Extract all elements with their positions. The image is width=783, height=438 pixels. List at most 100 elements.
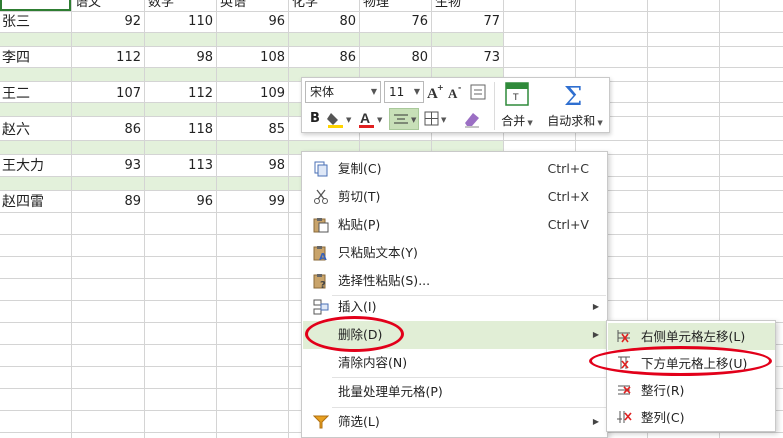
- decrease-font-size-button[interactable]: A-: [447, 81, 465, 103]
- svg-text:Σ: Σ: [564, 82, 582, 108]
- menu-item-cut[interactable]: 剪切(T) Ctrl+X: [303, 183, 607, 211]
- submenu-item-label: 整列(C): [641, 410, 685, 425]
- menu-item-shortcut: Ctrl+C: [547, 161, 589, 176]
- score-cell[interactable]: 85: [217, 120, 288, 140]
- score-cell[interactable]: 80: [289, 12, 359, 32]
- menu-item-copy[interactable]: 复制(C) Ctrl+C: [303, 155, 607, 183]
- borders-button[interactable]: ▼: [423, 109, 451, 129]
- eraser-icon: [465, 113, 479, 128]
- score-cell[interactable]: 80: [360, 48, 431, 68]
- chevron-down-icon: ▼: [370, 87, 377, 96]
- align-center-icon: ▼: [394, 114, 417, 124]
- menu-item-label: 复制(C): [338, 161, 382, 176]
- paste-special-icon: ?: [313, 274, 326, 289]
- font-color-button[interactable]: A ▼: [358, 109, 386, 129]
- menu-item-label: 筛选(L): [338, 414, 380, 429]
- menu-item-label: 插入(I): [338, 299, 377, 314]
- score-cell[interactable]: 86: [72, 120, 144, 140]
- menu-item-label: 选择性粘贴(S)...: [338, 273, 431, 288]
- bold-button[interactable]: B: [305, 108, 325, 130]
- name-cell[interactable]: 王二: [0, 84, 30, 104]
- submenu-item-shift-up[interactable]: 下方单元格上移(U): [608, 350, 775, 377]
- svg-text:▼: ▼: [377, 116, 383, 124]
- score-cell[interactable]: 108: [217, 48, 288, 68]
- grid-line: [0, 46, 783, 47]
- name-cell[interactable]: 张三: [0, 12, 30, 32]
- font-size-combo[interactable]: 11 ▼: [384, 81, 424, 103]
- score-cell[interactable]: 77: [432, 12, 503, 32]
- paint-bucket-icon: ▼: [327, 113, 352, 128]
- shift-left-icon: [617, 330, 630, 343]
- menu-item-batch-process[interactable]: 批量处理单元格(P): [303, 378, 607, 406]
- score-cell[interactable]: 112: [145, 84, 216, 104]
- entire-row-icon: [618, 385, 631, 395]
- score-cell[interactable]: 86: [289, 48, 359, 68]
- menu-item-paste-special[interactable]: ? 选择性粘贴(S)...: [303, 267, 607, 295]
- score-cell[interactable]: 76: [360, 12, 431, 32]
- chevron-down-icon: ▼: [413, 87, 420, 96]
- font-name-value: 宋体: [310, 85, 335, 99]
- name-cell[interactable]: 赵四雷: [0, 192, 44, 212]
- paste-icon: [313, 218, 329, 233]
- increase-font-size-button[interactable]: A +: [426, 81, 444, 103]
- score-cell[interactable]: 107: [72, 84, 144, 104]
- copy-icon: [314, 161, 328, 177]
- chevron-down-icon: ▼: [525, 119, 533, 127]
- submenu-item-entire-column[interactable]: 整列(C): [608, 404, 775, 431]
- score-cell[interactable]: 93: [72, 156, 144, 176]
- score-cell[interactable]: 118: [145, 120, 216, 140]
- svg-text:+: +: [437, 83, 444, 92]
- autosum-label: 自动求和: [547, 114, 596, 128]
- score-cell[interactable]: 89: [72, 192, 144, 212]
- score-cell[interactable]: 98: [217, 156, 288, 176]
- format-painter-button[interactable]: [469, 83, 487, 101]
- merge-cells-button[interactable]: T 合并 ▼: [498, 80, 536, 132]
- menu-item-label: 批量处理单元格(P): [338, 384, 443, 399]
- name-cell[interactable]: 王大力: [0, 156, 44, 176]
- menu-item-filter[interactable]: 筛选(L) ▶: [303, 408, 607, 436]
- menu-item-label: 只粘贴文本(Y): [338, 245, 418, 260]
- font-shrink-icon: A-: [448, 83, 461, 101]
- autosum-button[interactable]: Σ 自动求和 ▼: [542, 80, 608, 132]
- svg-text:A: A: [319, 252, 327, 261]
- menu-item-label: 清除内容(N): [338, 355, 408, 370]
- score-cell[interactable]: 112: [72, 48, 144, 68]
- floating-format-toolbar: 宋体 ▼ 11 ▼ A + A- B ▼ A ▼ ▼ ▼ T 合并 ▼ Σ 自动求和…: [301, 77, 610, 133]
- submenu-item-entire-row[interactable]: 整行(R): [608, 377, 775, 404]
- align-center-button[interactable]: ▼: [389, 108, 419, 130]
- text-box-icon: [470, 84, 486, 100]
- menu-item-paste-text-only[interactable]: A 只粘贴文本(Y): [303, 239, 607, 267]
- score-cell[interactable]: 92: [72, 12, 144, 32]
- submenu-item-label: 右侧单元格左移(L): [641, 329, 746, 344]
- name-cell[interactable]: 李四: [0, 48, 30, 68]
- selected-cell-border: [0, 0, 71, 11]
- menu-item-clear-contents[interactable]: 清除内容(N): [303, 349, 607, 377]
- score-cell[interactable]: 98: [145, 48, 216, 68]
- clear-format-button[interactable]: [461, 109, 483, 129]
- fill-color-button[interactable]: ▼: [327, 109, 355, 129]
- score-cell[interactable]: 109: [217, 84, 288, 104]
- score-cell[interactable]: 110: [145, 12, 216, 32]
- score-cell[interactable]: 73: [432, 48, 503, 68]
- score-cell[interactable]: 96: [217, 12, 288, 32]
- submenu-item-shift-left[interactable]: 右侧单元格左移(L): [608, 323, 775, 350]
- font-name-combo[interactable]: 宋体 ▼: [305, 81, 381, 103]
- grid-line: [0, 140, 783, 141]
- grid-line: [0, 32, 783, 33]
- score-cell[interactable]: 113: [145, 156, 216, 176]
- submenu-arrow-icon: ▶: [592, 302, 599, 311]
- insert-icon: [313, 299, 329, 315]
- score-cell[interactable]: 96: [145, 192, 216, 212]
- svg-text:▼: ▼: [346, 116, 352, 124]
- menu-item-delete[interactable]: 删除(D) ▶: [303, 321, 607, 349]
- menu-item-shortcut: Ctrl+V: [547, 217, 589, 232]
- font-grow-icon: A +: [427, 83, 444, 102]
- name-cell[interactable]: 赵六: [0, 120, 30, 140]
- menu-item-paste[interactable]: 粘贴(P) Ctrl+V: [303, 211, 607, 239]
- filter-icon: [313, 415, 329, 429]
- score-cell[interactable]: 99: [217, 192, 288, 212]
- merge-label: 合并: [501, 114, 526, 128]
- svg-text:A: A: [360, 110, 370, 126]
- menu-item-insert[interactable]: 插入(I) ▶: [303, 293, 607, 321]
- font-color-icon: A ▼: [359, 110, 383, 128]
